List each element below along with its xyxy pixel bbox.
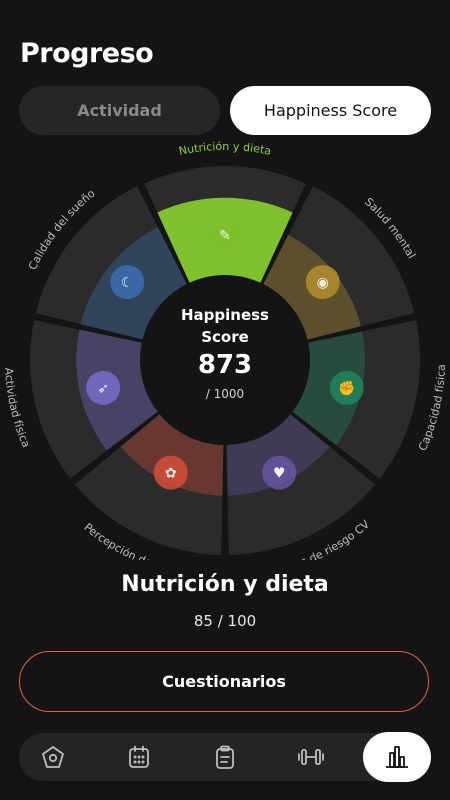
icon-glyph: ✎ — [219, 228, 231, 244]
icon-glyph: ☾ — [121, 275, 134, 291]
score-max: / 1000 — [205, 387, 245, 401]
score-value: 873 — [197, 350, 253, 380]
home-icon[interactable] — [29, 733, 77, 781]
bottom-nav — [19, 732, 431, 782]
segment-label: Actividad física — [2, 367, 33, 449]
icon-glyph: ➶ — [97, 381, 109, 397]
clipboard-icon[interactable] — [201, 733, 249, 781]
icon-glyph: ◉ — [317, 275, 329, 291]
icon-glyph: ✊ — [338, 380, 355, 397]
cuestionarios-button[interactable]: Cuestionarios — [19, 651, 429, 712]
icon-glyph: ♥ — [273, 466, 286, 482]
tab-happiness-score[interactable]: Happiness Score — [230, 86, 431, 135]
bar-chart-icon[interactable] — [363, 732, 431, 782]
selected-category-score: 85 / 100 — [193, 612, 257, 630]
dumbbell-icon[interactable] — [287, 733, 335, 781]
page-title: Progreso — [20, 38, 154, 69]
tab-actividad[interactable]: Actividad — [19, 86, 220, 135]
icon-glyph: ✿ — [165, 466, 177, 482]
tab-switcher: Actividad Happiness Score — [19, 86, 431, 135]
segment-label: Nutrición y dieta — [178, 140, 273, 158]
segment-label: Capacidad física — [416, 364, 448, 453]
selected-category-title: Nutrición y dieta — [121, 572, 329, 597]
score-title: Happiness Score — [180, 306, 269, 346]
calendar-icon[interactable] — [115, 733, 163, 781]
